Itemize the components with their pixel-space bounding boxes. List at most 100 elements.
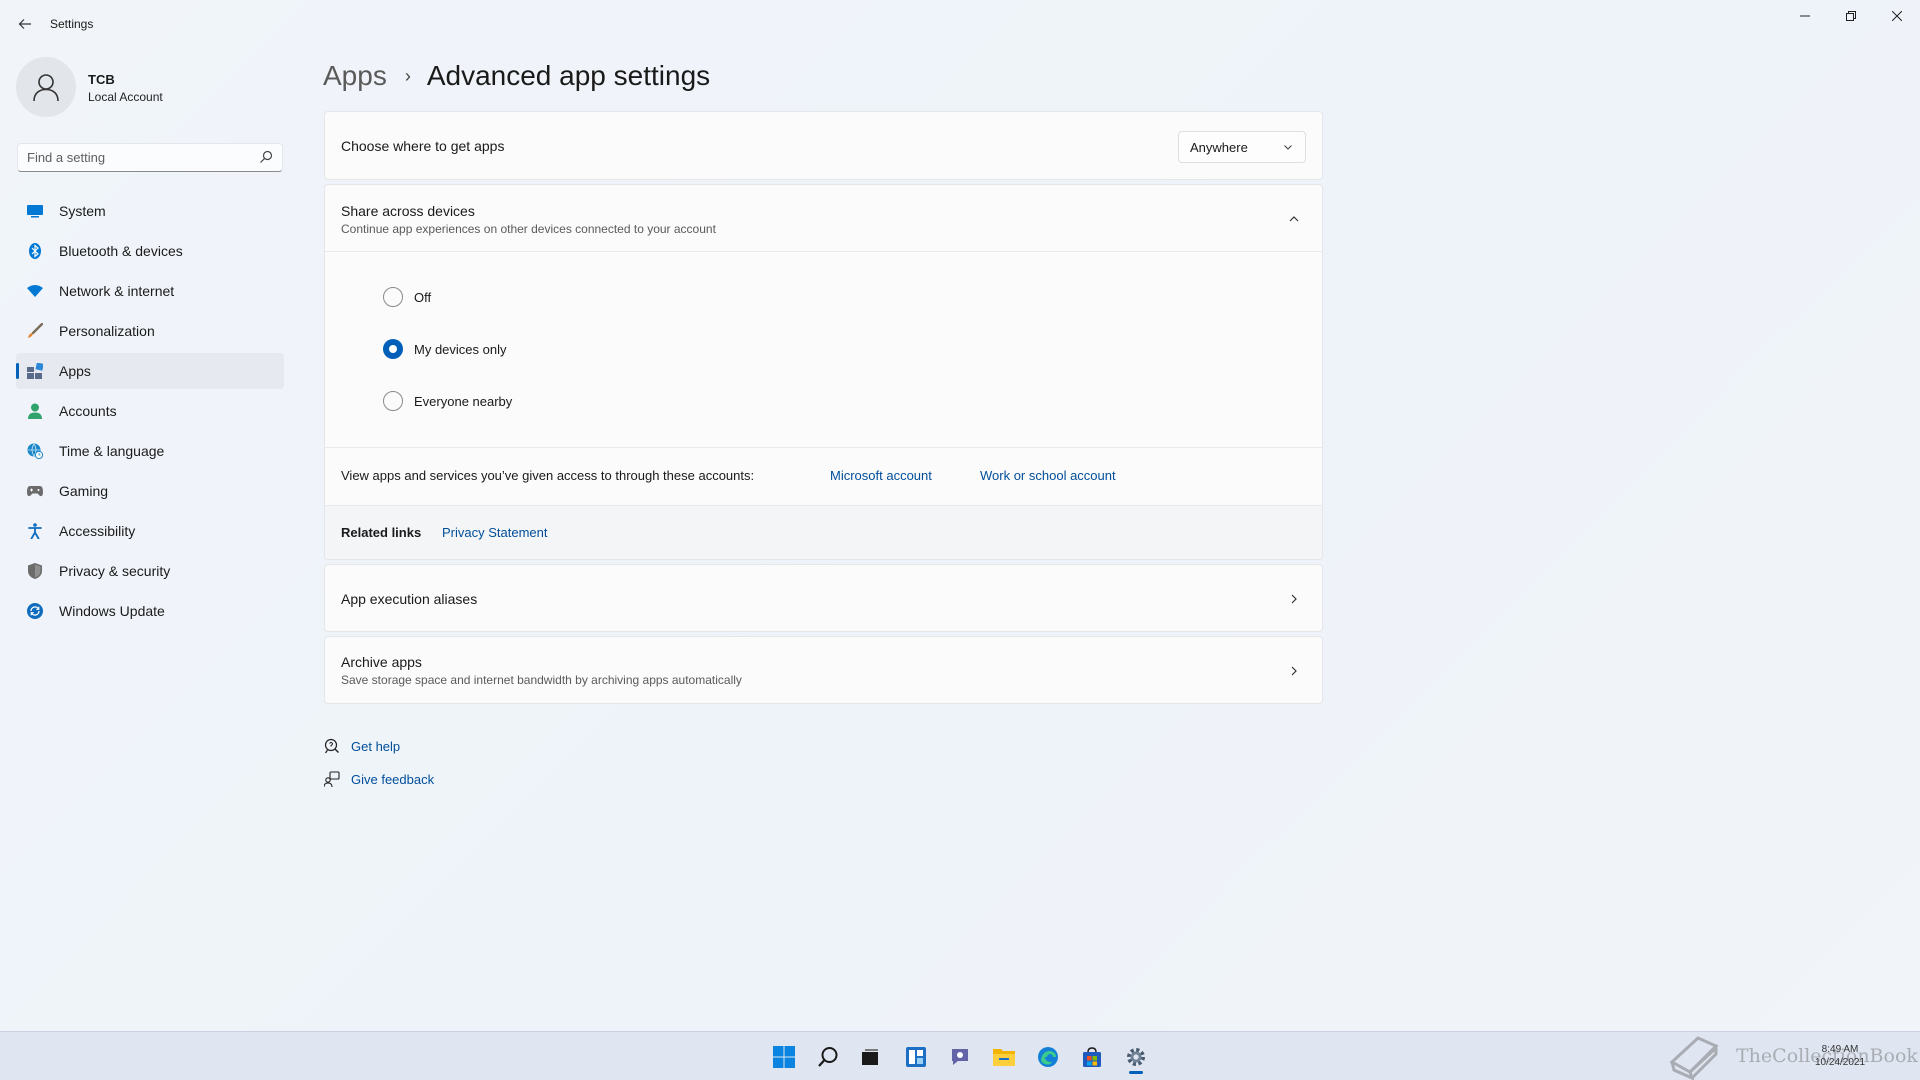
sidebar-item-system[interactable]: System [16,193,284,229]
sidebar-item-label: Personalization [59,323,155,339]
globe-clock-icon [27,443,43,459]
accounts-access-text: View apps and services you’ve given acce… [341,468,755,483]
edge-icon [1038,1047,1058,1067]
clock-date: 10/24/2021 [1815,1057,1866,1068]
sidebar-item-label: Network & internet [59,283,175,299]
sidebar-item-label: Time & language [59,443,165,459]
breadcrumb-parent[interactable]: Apps [323,60,387,92]
settings-window: Settings TCB Local Account System Blueto… [0,0,1920,1031]
radio-button[interactable] [383,391,403,411]
sidebar-item-accessibility[interactable]: Accessibility [16,513,284,549]
taskbar [0,1031,1920,1080]
close-icon [1892,11,1902,21]
back-button[interactable] [14,13,36,35]
chat-button[interactable] [941,1038,979,1076]
dropdown-value: Anywhere [1190,139,1248,155]
accounts-access-row: View apps and services you’ve given acce… [325,447,1322,505]
radio-button[interactable] [383,339,403,359]
give-feedback-row[interactable]: Give feedback [324,771,434,787]
sidebar-item-label: Apps [59,363,91,379]
apps-icon [27,363,43,379]
edge-button[interactable] [1029,1038,1067,1076]
accounts-icon [27,403,43,419]
chevron-up-icon[interactable] [1288,213,1300,225]
file-explorer-icon [993,1049,1015,1066]
chevron-right-icon [1291,594,1297,604]
give-feedback-link[interactable]: Give feedback [351,772,434,787]
taskbar-clock[interactable]: 8:49 AM 10/24/2021 [1815,1043,1865,1069]
sidebar-item-bluetooth[interactable]: Bluetooth & devices [16,233,284,269]
system-icon [27,203,43,219]
start-icon [773,1046,795,1068]
radio-label: My devices only [414,341,507,357]
archive-apps-title: Archive apps [341,654,422,670]
radio-off[interactable]: Off [383,287,431,307]
store-button[interactable] [1073,1038,1111,1076]
choose-apps-card: Choose where to get apps Anywhere [324,111,1323,180]
search-box [17,143,283,172]
search-input[interactable] [18,144,248,171]
get-help-link[interactable]: Get help [351,739,400,754]
settings-taskbar-button[interactable] [1117,1038,1155,1076]
archive-apps-card[interactable]: Archive apps Save storage space and inte… [324,636,1323,704]
app-execution-aliases-card[interactable]: App execution aliases [324,564,1323,632]
book-icon [1669,1035,1719,1080]
radio-my-devices-only[interactable]: My devices only [383,339,506,359]
archive-apps-description: Save storage space and internet bandwidt… [341,673,742,687]
avatar[interactable] [16,57,76,117]
sidebar-item-gaming[interactable]: Gaming [16,473,284,509]
share-across-devices-card: Share across devices Continue app experi… [324,184,1323,560]
related-links-label: Related links [341,525,422,540]
sidebar-item-personalization[interactable]: Personalization [16,313,284,349]
privacy-statement-link[interactable]: Privacy Statement [442,525,548,540]
bluetooth-icon [27,243,43,259]
choose-apps-label: Choose where to get apps [341,138,505,154]
sidebar-item-label: System [59,203,106,219]
sidebar-nav: System Bluetooth & devices Network & int… [16,193,284,633]
widgets-icon [906,1047,926,1067]
share-header[interactable]: Share across devices Continue app experi… [325,185,1322,252]
update-icon [27,603,43,619]
get-help-row[interactable]: Get help [324,738,400,754]
widgets-button[interactable] [897,1038,935,1076]
sidebar-item-label: Privacy & security [59,563,171,579]
shield-icon [27,563,43,579]
restore-icon [1846,11,1856,21]
sidebar-item-privacy[interactable]: Privacy & security [16,553,284,589]
app-source-dropdown[interactable]: Anywhere [1178,131,1306,163]
sidebar-item-label: Bluetooth & devices [59,243,183,259]
radio-everyone-nearby[interactable]: Everyone nearby [383,391,512,411]
related-links-row: Related links Privacy Statement [325,505,1322,559]
start-button[interactable] [765,1038,803,1076]
chat-icon [952,1049,968,1065]
feedback-icon [324,771,340,787]
brush-icon [27,323,43,339]
minimize-icon [1800,15,1810,17]
close-button[interactable] [1874,0,1920,32]
microsoft-account-link[interactable]: Microsoft account [830,468,932,483]
gamepad-icon [27,483,43,499]
settings-icon [1127,1048,1145,1066]
breadcrumb: Apps › Advanced app settings [323,54,710,98]
breadcrumb-separator: › [404,65,411,86]
sidebar-item-apps[interactable]: Apps [16,353,284,389]
back-arrow-icon [18,19,31,29]
app-execution-aliases-label: App execution aliases [341,591,478,607]
work-school-account-link[interactable]: Work or school account [980,468,1116,483]
taskbar-search-button[interactable] [809,1038,847,1076]
sidebar-item-windows-update[interactable]: Windows Update [16,593,284,629]
sidebar-item-time-language[interactable]: Time & language [16,433,284,469]
sidebar-item-accounts[interactable]: Accounts [16,393,284,429]
file-explorer-button[interactable] [985,1038,1023,1076]
chevron-right-icon [1291,666,1297,676]
radio-button[interactable] [383,287,403,307]
person-icon [33,74,59,102]
sidebar-item-label: Accounts [59,403,117,419]
share-description: Continue app experiences on other device… [341,222,716,236]
restore-button[interactable] [1828,0,1874,32]
search-icon[interactable] [259,150,273,164]
sidebar-item-network[interactable]: Network & internet [16,273,284,309]
radio-label: Off [414,289,432,305]
minimize-button[interactable] [1782,0,1828,32]
task-view-button[interactable] [851,1038,889,1076]
